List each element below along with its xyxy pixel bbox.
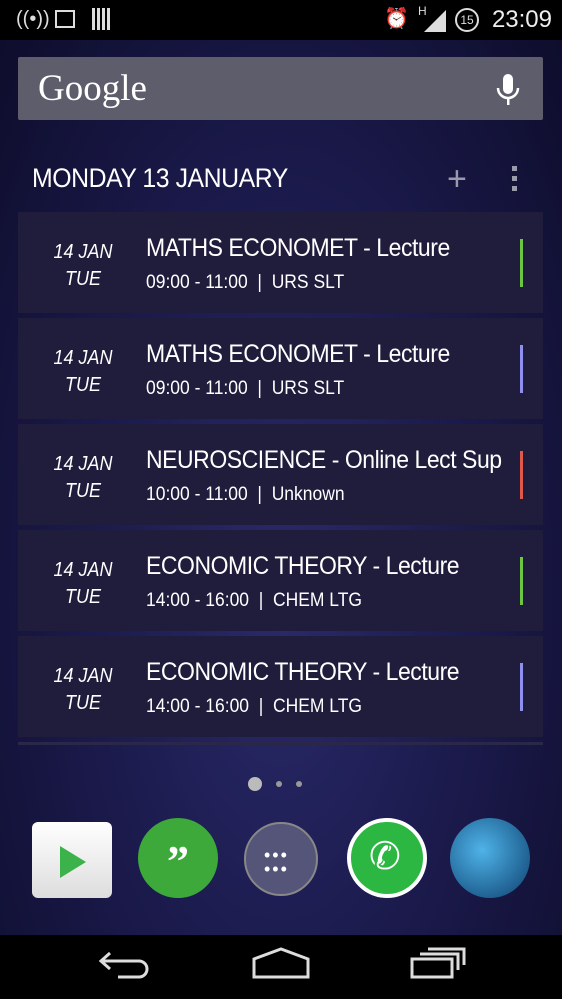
event-details: 10:00 - 11:00 | Unknown [146,484,345,505]
event-date-label: 14 JAN [53,241,113,263]
calendar-color-bar [520,663,523,711]
signal-icon [424,10,446,32]
calendar-color-bar [520,557,523,605]
page-indicator [248,775,316,793]
event-details: 14:00 - 16:00 | CHEM LTG [146,590,363,611]
event-details: 09:00 - 11:00 | URS SLT [146,272,345,293]
google-logo: Google [38,68,147,109]
event-date-label: 14 JAN [53,453,113,475]
play-store-icon[interactable] [32,822,112,898]
google-search-bar[interactable]: Google [18,57,543,120]
event-date-label: 14 JAN [53,665,113,687]
event-date: 14 JAN TUE [25,451,142,505]
event-details: 09:00 - 11:00 | URS SLT [146,378,345,399]
event-title: ECONOMIC THEORY - Lecture [146,658,460,686]
calendar-color-bar [520,239,523,287]
more-vert-icon[interactable] [512,166,518,196]
event-day-label: TUE [65,480,101,502]
event-date-label: 14 JAN [53,559,113,581]
barcode-icon [92,8,112,30]
event-day-label: TUE [65,692,101,714]
event-card[interactable]: 14 JAN TUE ECONOMIC THEORY - Lecture 14:0… [18,530,543,631]
calendar-color-bar [520,451,523,499]
event-card[interactable]: 14 JAN TUE ECONOMIC THEORY - Lecture 14:0… [18,636,543,737]
recents-icon[interactable] [410,947,466,979]
app-drawer-icon[interactable]: ••• ••• [244,822,318,896]
event-title: NEUROSCIENCE - Online Lect Sup [146,446,502,474]
event-day-label: TUE [65,268,101,290]
event-details: 14:00 - 16:00 | CHEM LTG [146,696,363,717]
navigation-bar [0,935,562,999]
event-card[interactable]: 14 JAN TUE NEUROSCIENCE - Online Lect Sup… [18,424,543,525]
status-bar: ((•)) ⏰ H 15 23:09 [0,0,562,40]
wifi-hotspot-icon: ((•)) [16,8,50,30]
event-title: MATHS ECONOMET - Lecture [146,340,450,368]
event-date: 14 JAN TUE [25,345,142,399]
agenda-date-header: MONDAY 13 JANUARY [32,163,288,193]
home-icon[interactable] [252,947,310,979]
image-icon [55,10,75,28]
back-icon[interactable] [98,949,152,979]
clock: 23:09 [491,6,552,33]
browser-globe-icon[interactable] [450,818,530,898]
event-day-label: TUE [65,586,101,608]
event-card[interactable]: 14 JAN TUE MATHS ECONOMET - Lecture 09:00… [18,318,543,419]
event-title: ECONOMIC THEORY - Lecture [146,552,460,580]
plus-icon[interactable]: + [447,160,467,199]
event-title: MATHS ECONOMET - Lecture [146,234,450,262]
event-date: 14 JAN TUE [25,239,142,293]
list-scroll-edge [18,742,543,745]
event-day-label: TUE [65,374,101,396]
event-date: 14 JAN TUE [25,557,142,611]
battery-level: 15 [460,13,474,27]
event-date-label: 14 JAN [53,347,113,369]
hangouts-icon[interactable]: ” [138,818,218,898]
event-card[interactable]: 14 JAN TUE MATHS ECONOMET - Lecture 09:00… [18,212,543,313]
alarm-icon: ⏰ [384,8,409,30]
battery-icon: 15 [455,8,479,32]
event-date: 14 JAN TUE [25,663,142,717]
whatsapp-icon[interactable]: ✆ [347,818,427,898]
mic-icon[interactable] [495,73,521,107]
calendar-color-bar [520,345,523,393]
